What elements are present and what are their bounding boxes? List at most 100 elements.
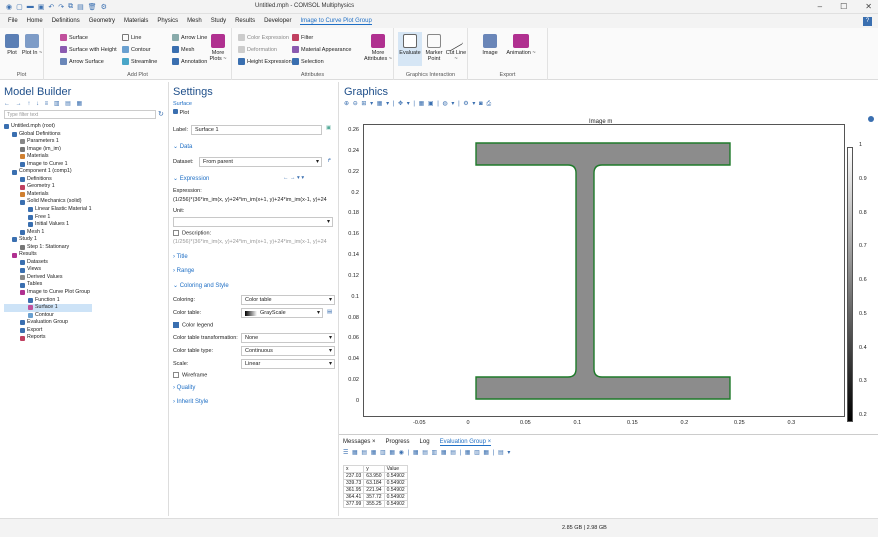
arrow-surface-button[interactable]: Arrow Surface [60,58,104,65]
tree-node[interactable]: Image (im_im) [4,146,92,154]
tree-node[interactable]: Tables [4,281,92,289]
tree-node[interactable]: Definitions [4,176,92,184]
tree-node[interactable]: Materials [4,191,92,199]
animation-button[interactable]: Animation ~ [506,34,536,56]
menu-physics[interactable]: Physics [157,18,178,24]
tree-node[interactable]: Mesh 1 [4,229,92,237]
table-row[interactable]: 377.99 355.25 0.54902 [342,500,408,508]
color-table-select[interactable]: GrayScale [241,308,323,318]
menu-mesh[interactable]: Mesh [187,18,202,24]
tree-node[interactable]: Function 1 [4,297,92,305]
menu-study[interactable]: Study [211,18,226,24]
table-row[interactable]: 361.95 221.94 0.54902 [342,486,408,494]
tree-node[interactable]: Views [4,266,92,274]
table-row[interactable]: 237.03 63.950 0.54902 [342,472,408,480]
tree-node[interactable]: Evaluation Group [4,319,92,327]
tree-node[interactable]: Step 1: Stationary [4,244,92,252]
tree-node[interactable]: Global Definitions [4,131,92,139]
tree-node[interactable]: Initial Values 1 [4,221,92,229]
color-table-browse-icon[interactable]: ▤ [327,309,332,315]
range-section[interactable]: › Range [173,268,194,274]
title-section[interactable]: › Title [173,254,188,260]
arrow-line-button[interactable]: Arrow Line [172,34,207,41]
menu-home[interactable]: Home [27,18,43,24]
contour-button[interactable]: Contour [122,46,151,53]
minimize-button[interactable]: – [818,2,822,11]
bottom-tab[interactable]: Log [420,439,430,446]
maximize-button[interactable]: ☐ [840,2,847,11]
paste-icon[interactable]: ▤ [77,3,84,11]
tree-node[interactable]: Contour [4,312,92,320]
menu-file[interactable]: File [8,18,18,24]
menu-geometry[interactable]: Geometry [89,18,115,24]
mesh-button[interactable]: Mesh [172,46,194,53]
tree-node[interactable]: Surface 1 [4,304,92,312]
tree-node[interactable]: Geometry 1 [4,183,92,191]
evaluate-button[interactable]: Evaluate [398,32,422,66]
plot-in-button[interactable]: Plot In ~ [20,34,44,56]
tree-node[interactable]: Solid Mechanics (solid) [4,198,92,206]
table-row[interactable]: 364.41 357.72 0.54902 [342,493,408,501]
bottom-tab[interactable]: Messages × [343,439,376,446]
bottom-tab[interactable]: Progress [386,439,410,446]
streamline-button[interactable]: Streamline [122,58,157,65]
more-plots-button[interactable]: More Plots ~ [206,34,230,62]
go-to-source-icon[interactable]: ↱ [327,158,332,164]
tree-node[interactable]: Results [4,251,92,259]
deformation-button[interactable]: Deformation [238,46,277,53]
copy-icon[interactable]: ⧉ [68,3,73,11]
filter-button[interactable]: Filter [292,34,313,41]
open-file-icon[interactable]: ▬ [27,3,34,11]
expression-field[interactable]: (1/256)*(36*im_im(x, y)+24*im_im(x+1, y)… [173,197,337,203]
color-table-type-select[interactable]: Continuous [241,346,335,356]
graphics-refresh-icon[interactable] [868,116,874,122]
delete-icon[interactable]: 🗑 [88,3,97,11]
transformation-select[interactable]: None [241,333,335,343]
material-appearance-button[interactable]: Material Appearance [292,46,351,53]
tree-node[interactable]: Component 1 (comp1) [4,168,92,176]
coloring-style-section[interactable]: ⌄ Coloring and Style [173,282,229,289]
tree-node[interactable]: Free 1 [4,214,92,222]
more-attributes-button[interactable]: More Attributes ~ [364,34,392,62]
table-row[interactable]: 339.73 63.184 0.54902 [342,479,408,487]
menu-image-to-curve-plot-group[interactable]: Image to Curve Plot Group [300,18,372,25]
tree-node[interactable]: Study 1 [4,236,92,244]
inherit-style-section[interactable]: › Inherit Style [173,399,208,405]
tree-node[interactable]: Parameters 1 [4,138,92,146]
data-section[interactable]: ⌄ Data [173,143,192,150]
save-icon[interactable]: ▣ [38,3,45,11]
annotation-button[interactable]: Annotation [172,58,207,65]
surface-button[interactable]: Surface [60,34,88,41]
column-header[interactable]: x [342,465,365,473]
coloring-select[interactable]: Color table [241,295,335,305]
marker-point-button[interactable]: Marker Point [422,34,446,62]
image-export-button[interactable]: Image [478,34,502,56]
evaluation-toolbar[interactable]: ☰ ▦ ▤ ▦ ▥ ▦ ◉ | ▦ ▤ ▥ ▦ ▤ | ▦ ▥ ▦ | ▤ ▾ [343,449,511,456]
menu-results[interactable]: Results [235,18,255,24]
plot-link[interactable]: Plot [173,109,189,116]
tree-filter-input[interactable]: Type filter text [4,110,156,119]
height-expression-button[interactable]: Height Expression [238,58,292,65]
column-header[interactable]: y [363,465,385,473]
surface-with-height-button[interactable]: Surface with Height [60,46,117,53]
menu-definitions[interactable]: Definitions [52,18,80,24]
tree-node[interactable]: Image to Curve 1 [4,161,92,169]
menu-developer[interactable]: Developer [264,18,291,24]
tree-node[interactable]: Materials [4,153,92,161]
plot-area[interactable] [363,124,845,417]
description-checkbox[interactable]: Description: [173,230,211,236]
expression-tools-icon[interactable]: ← → ▾ ▾ [283,175,304,181]
unit-select[interactable] [173,217,333,227]
evaluation-table[interactable]: x y Value 237.03 63.950 0.54902 339.73 63.184 0… [342,465,408,508]
undo-icon[interactable]: ↶ [48,3,54,11]
settings-icon[interactable]: ⚙ [101,3,107,11]
tree-node[interactable]: Image to Curve Plot Group [4,289,92,297]
tree-node[interactable]: Reports [4,334,92,342]
quality-section[interactable]: › Quality [173,385,195,391]
graphics-toolbar[interactable]: ⊕ ⊖ ⊞ ▾ ▦ ▾ | ✥ ▾ | ▦ ▣ | ◍ ▾ | ⚙ ▾ ◙ ⎙ [344,100,492,108]
selection-button[interactable]: Selection [292,58,324,65]
tree-node[interactable]: Derived Values [4,274,92,282]
help-icon[interactable]: ? [863,17,872,26]
wireframe-checkbox[interactable]: Wireframe [173,372,207,378]
refresh-icon[interactable]: ↻ [158,110,164,118]
